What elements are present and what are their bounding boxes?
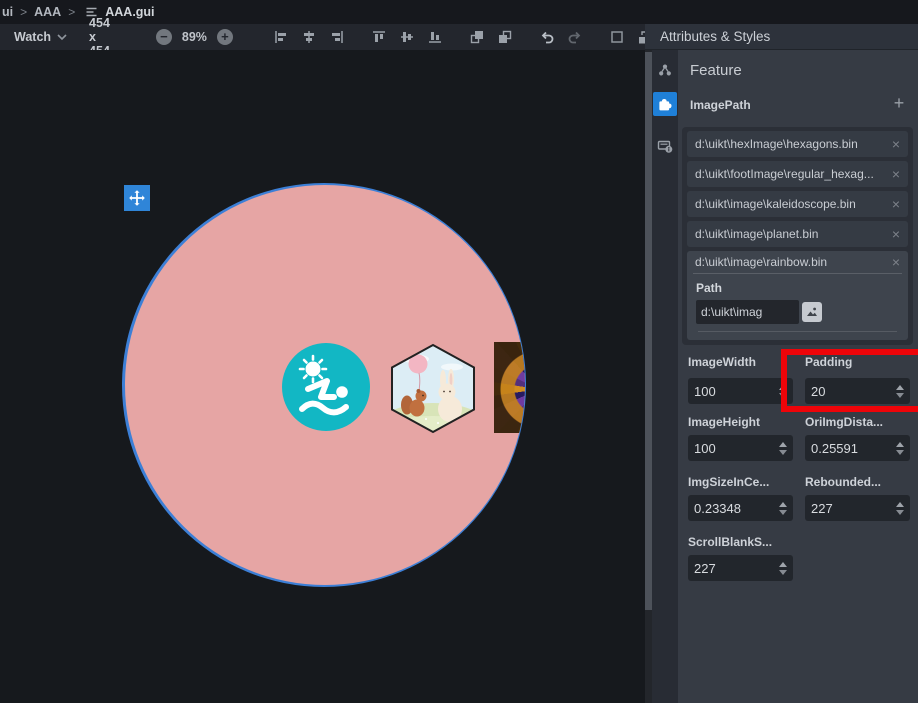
panel-title-bar: Attributes & Styles	[645, 24, 918, 50]
field-label-padding: Padding	[805, 355, 852, 369]
section-title: Feature	[690, 62, 742, 79]
imagepath-item-text: d:\uikt\footImage\regular_hexag...	[695, 167, 886, 181]
panel-icon-strip	[652, 50, 678, 703]
field-value: 100	[694, 441, 779, 456]
undo-icon[interactable]	[539, 29, 556, 46]
carousel-circle-widget[interactable]	[125, 185, 525, 585]
canvas-vertical-scrollbar-thumb[interactable]	[645, 52, 652, 610]
field-value: 227	[694, 561, 779, 576]
field-label: OriImgDista...	[805, 415, 883, 429]
watch-dropdown[interactable]: Watch	[14, 30, 67, 44]
image-icon	[806, 306, 818, 318]
divider	[698, 331, 897, 332]
imgsizeincenter-field[interactable]: 0.23348	[688, 495, 793, 521]
align-middle-vertical-icon[interactable]	[399, 29, 416, 46]
stepper-arrows[interactable]	[779, 385, 787, 398]
field-value: 227	[811, 501, 896, 516]
scrollblanksize-field[interactable]: 227	[688, 555, 793, 581]
puzzle-icon[interactable]	[653, 92, 677, 116]
toolbar: Watch 454 x 454 − 89% +	[0, 24, 645, 50]
imagepath-list: d:\uikt\hexImage\hexagons.bin × d:\uikt\…	[682, 127, 913, 345]
imagepath-item[interactable]: d:\uikt\image\kaleidoscope.bin ×	[687, 191, 908, 217]
remove-item-icon[interactable]: ×	[886, 254, 900, 270]
field-label: ImageWidth	[688, 355, 756, 369]
stepper-arrows[interactable]	[779, 502, 787, 515]
stepper-arrows[interactable]	[896, 385, 904, 398]
move-handle[interactable]	[124, 185, 150, 211]
imagepath-item-text: d:\uikt\image\planet.bin	[695, 227, 886, 241]
imagepath-item-text: d:\uikt\hexImage\hexagons.bin	[695, 137, 886, 151]
path-input[interactable]	[696, 300, 799, 324]
remove-item-icon[interactable]: ×	[886, 226, 900, 242]
stepper-arrows[interactable]	[779, 562, 787, 575]
remove-item-icon[interactable]: ×	[886, 196, 900, 212]
imagepath-item[interactable]: d:\uikt\hexImage\hexagons.bin ×	[687, 131, 908, 157]
imagepath-item-text: d:\uikt\image\rainbow.bin	[695, 255, 886, 269]
chevron-down-icon	[57, 34, 67, 41]
breadcrumb-current-file: AAA.gui	[105, 5, 154, 19]
panel-title: Attributes & Styles	[660, 29, 770, 44]
design-canvas[interactable]	[0, 50, 645, 703]
bunny-hexagon-image[interactable]	[388, 343, 478, 434]
path-label: Path	[696, 281, 908, 295]
imageheight-field[interactable]: 100	[688, 435, 793, 461]
imagepath-label: ImagePath	[690, 98, 751, 112]
attributes-panel: Feature ImagePath + d:\uikt\hexImage\hex…	[678, 50, 918, 703]
field-label: ImgSizeInCe...	[688, 475, 769, 489]
watch-label: Watch	[14, 30, 51, 44]
stepper-arrows[interactable]	[896, 442, 904, 455]
field-value: 0.25591	[811, 441, 896, 456]
gui-editor-window: ui > AAA > AAA.gui Watch 454 x 454 − 89%…	[0, 0, 918, 703]
remove-item-icon[interactable]: ×	[886, 166, 900, 182]
kaleidoscope-image[interactable]	[494, 342, 525, 433]
field-value: 20	[811, 384, 896, 399]
field-label: Rebounded...	[805, 475, 881, 489]
align-left-icon[interactable]	[273, 29, 290, 46]
imagepath-item-expanded[interactable]: d:\uikt\image\rainbow.bin × Path	[687, 251, 908, 340]
info-panel-icon[interactable]	[653, 134, 677, 158]
swimming-icon[interactable]	[282, 343, 370, 431]
zoom-controls: − 89% +	[156, 29, 233, 45]
breadcrumb-segment[interactable]: ui	[2, 5, 13, 19]
align-center-horizontal-icon[interactable]	[301, 29, 318, 46]
nodes-icon[interactable]	[653, 58, 677, 82]
field-value: 100	[694, 384, 779, 399]
move-arrows-icon	[128, 189, 146, 207]
toolbar-icon-group	[273, 29, 654, 46]
breadcrumb-segment[interactable]: AAA	[34, 5, 61, 19]
stepper-arrows[interactable]	[779, 442, 787, 455]
imagewidth-field[interactable]: 100	[688, 378, 793, 404]
redo-icon[interactable]	[567, 29, 584, 46]
align-right-icon[interactable]	[329, 29, 346, 46]
breadcrumb: ui > AAA > AAA.gui	[0, 0, 918, 24]
stepper-arrows[interactable]	[896, 502, 904, 515]
field-value: 0.23348	[694, 501, 779, 516]
rebounded-field[interactable]: 227	[805, 495, 910, 521]
zoom-in-button[interactable]: +	[217, 29, 233, 45]
browse-image-button[interactable]	[802, 302, 822, 322]
imagepath-item-text: d:\uikt\image\kaleidoscope.bin	[695, 197, 886, 211]
breadcrumb-separator: >	[68, 5, 75, 19]
oriimgdistance-field[interactable]: 0.25591	[805, 435, 910, 461]
add-imagepath-button[interactable]: +	[889, 94, 909, 114]
align-top-icon[interactable]	[371, 29, 388, 46]
field-label: ScrollBlankS...	[688, 535, 772, 549]
zoom-out-button[interactable]: −	[156, 29, 172, 45]
imagepath-item[interactable]: d:\uikt\footImage\regular_hexag... ×	[687, 161, 908, 187]
padding-field[interactable]: 20	[805, 378, 910, 404]
send-backward-icon[interactable]	[497, 29, 514, 46]
bring-forward-icon[interactable]	[469, 29, 486, 46]
remove-item-icon[interactable]: ×	[886, 136, 900, 152]
field-label: ImageHeight	[688, 415, 760, 429]
imagepath-item[interactable]: d:\uikt\image\planet.bin ×	[687, 221, 908, 247]
breadcrumb-separator: >	[20, 5, 27, 19]
selection-box-icon[interactable]	[609, 29, 626, 46]
align-bottom-icon[interactable]	[427, 29, 444, 46]
zoom-level: 89%	[182, 30, 207, 44]
